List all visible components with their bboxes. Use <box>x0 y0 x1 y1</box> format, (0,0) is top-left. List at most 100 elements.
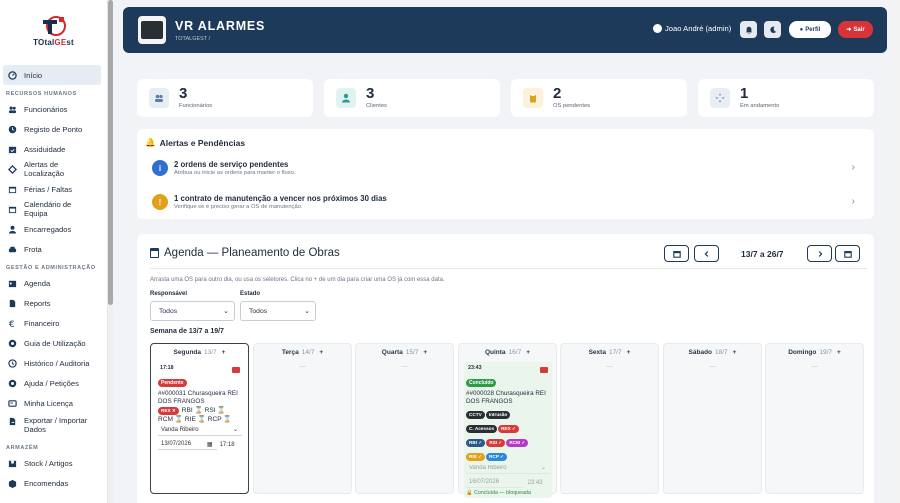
day-name: Terça <box>281 348 299 356</box>
profile-button-label: Perfil <box>805 26 821 33</box>
day-column-sexta[interactable]: Sexta 17/7 + — <box>560 343 659 494</box>
stat-card[interactable]: 2 OS pendentes <box>511 79 687 117</box>
day-column-terca[interactable]: Terça 14/7 + — <box>253 343 352 494</box>
day-name: Quinta <box>484 348 506 356</box>
time-input[interactable]: 17:18 <box>217 439 242 450</box>
sidebar-item-encomendas[interactable]: Encomendas <box>3 473 101 493</box>
sidebar-section-title: ARMAZÉM <box>6 445 39 451</box>
os-title: ##000031 Churasqueira REI DOS FRANGOS <box>158 390 238 405</box>
app-icon <box>138 16 166 44</box>
calendar-picker-button[interactable] <box>835 245 860 262</box>
day-column-sabado[interactable]: Sábado 18/7 + — <box>663 343 762 494</box>
sidebar-item-label: Agenda <box>24 278 51 288</box>
sidebar-item-minha-licenca[interactable]: Minha Licença <box>3 393 101 413</box>
user-menu[interactable]: Joao André (admin) <box>653 24 731 33</box>
add-os-button[interactable]: + <box>222 349 226 356</box>
sidebar-item-agenda[interactable]: Agenda <box>3 273 101 293</box>
chevron-left-icon <box>704 250 708 257</box>
sidebar-item-calendario-de-equipa[interactable]: Calendário de Equipa <box>3 199 101 219</box>
clipboard-icon <box>523 88 543 108</box>
sidebar-item-registo-de-ponto[interactable]: Registo de Ponto <box>3 119 101 139</box>
os-card-000028[interactable]: 23:43 Concluído ##000028 Churasqueira REI … <box>464 362 552 498</box>
stat-card[interactable]: 3 Clientes <box>324 79 500 117</box>
empty-day-placeholder: — <box>299 363 306 370</box>
alert-item-pending-orders[interactable]: i 2 ordens de serviço pendentes Atribua o… <box>152 157 867 179</box>
add-os-button[interactable]: + <box>627 349 631 356</box>
sidebar-item-guia-de-utilizacao[interactable]: Guia de Utilização <box>3 333 101 353</box>
page-title: VR ALARMES <box>175 18 266 33</box>
os-title: ##000028 Churasqueira REI DOS FRANGOS <box>466 390 546 405</box>
profile-button[interactable]: ● Perfil <box>789 21 831 38</box>
day-column-segunda[interactable]: Segunda 13/7 +17:18 Pendente ##000031 Churas… <box>150 343 249 494</box>
day-column-domingo[interactable]: Domingo 19/7 + — <box>765 343 864 494</box>
logout-button[interactable]: ➜ Sair <box>838 21 873 38</box>
truck-icon <box>540 367 548 373</box>
day-date: 19/7 <box>819 348 833 356</box>
sidebar-scrollbar-thumb[interactable] <box>108 0 113 305</box>
sidebar-item-label: Início <box>24 70 43 80</box>
sidebar-item-label: Guia de Utilização <box>24 338 86 348</box>
day-column-quarta[interactable]: Quarta 15/7 + — <box>355 343 454 494</box>
sidebar-item-frota[interactable]: Frota <box>3 239 101 259</box>
day-column-quinta[interactable]: Quinta 16/7 +23:43 Concluído ##000028 Churas… <box>458 343 557 498</box>
add-os-button[interactable]: + <box>837 349 841 356</box>
help-icon <box>7 378 18 389</box>
sidebar-item-exportar-importar-dados[interactable]: Exportar / Importar Dados <box>3 413 101 439</box>
sidebar-item-label: Frota <box>24 244 42 254</box>
today-button[interactable] <box>664 245 689 262</box>
sidebar-item-financeiro[interactable]: € Financeiro <box>3 313 101 333</box>
sidebar-scrollbar[interactable] <box>108 0 113 503</box>
stat-label: OS pendentes <box>553 103 591 109</box>
sidebar-item-funcionarios[interactable]: Funcionários <box>3 99 101 119</box>
alert-item-contract-expiring[interactable]: ! 1 contrato de manutenção a vencer nos … <box>152 191 867 213</box>
os-card-000031[interactable]: 17:18 Pendente ##000031 Churasqueira REI D… <box>156 362 244 450</box>
add-os-button[interactable]: + <box>526 349 530 356</box>
svg-text:€: € <box>9 320 15 328</box>
service-tag: CCTV <box>466 411 485 419</box>
sidebar-item-historico-auditoria[interactable]: Histórico / Auditoria <box>3 353 101 373</box>
add-os-button[interactable]: + <box>423 349 427 356</box>
sidebar-item-assiduidade[interactable]: Assiduidade <box>3 139 101 159</box>
add-os-button[interactable]: + <box>319 349 323 356</box>
sidebar-item-alertas-de-localizacao[interactable]: Alertas de Localização <box>3 159 101 179</box>
status-badge: Concluído <box>466 379 497 387</box>
notifications-button[interactable] <box>740 21 757 38</box>
previous-week-button[interactable] <box>694 245 719 262</box>
calendar-icon <box>7 184 18 195</box>
date-range: 13/7 a 26/7 <box>741 249 784 259</box>
stat-card[interactable]: 3 Funcionários <box>137 79 313 117</box>
sidebar-item-label: Encomendas <box>24 478 69 488</box>
chevron-down-icon: ⌄ <box>540 465 546 471</box>
stat-card[interactable]: 1 Em andamento <box>698 79 874 117</box>
users-icon <box>149 88 169 108</box>
date-input[interactable]: 13/07/2026 ▦ <box>158 439 217 450</box>
spinner-icon <box>710 88 730 108</box>
sidebar-item-label: Ajuda / Petições <box>24 378 79 388</box>
next-week-button[interactable] <box>807 245 832 262</box>
theme-toggle-button[interactable] <box>764 21 781 38</box>
person-icon: ● <box>799 26 804 33</box>
day-date: 14/7 <box>301 348 315 356</box>
service-tag: RCP ✓ <box>486 453 508 461</box>
locked-status: 🔒 Concluída — bloqueada <box>466 490 531 496</box>
day-name: Sexta <box>588 348 606 356</box>
user-circle-icon <box>653 24 662 33</box>
sidebar-item-inicio[interactable]: Início <box>3 65 101 85</box>
sidebar-item-stock-artigos[interactable]: Stock / Artigos <box>3 453 101 473</box>
status-badge: Pendente <box>158 379 187 387</box>
agenda-title-text: Agenda — Planeamento de Obras <box>164 247 340 259</box>
add-os-button[interactable]: + <box>733 349 737 356</box>
page-scrollbar[interactable] <box>893 0 900 503</box>
estado-select[interactable]: Todos ⌄ <box>240 301 316 321</box>
history-icon <box>7 358 18 369</box>
sidebar-item-ferias-faltas[interactable]: Férias / Faltas <box>3 179 101 199</box>
assignee-select[interactable]: Vanda Ribeiro ⌄ <box>158 425 242 436</box>
sidebar-item-reports[interactable]: Reports <box>3 293 101 313</box>
responsavel-select[interactable]: Todos ⌄ <box>150 301 235 321</box>
sidebar-item-ajuda-peticoes[interactable]: Ajuda / Petições <box>3 373 101 393</box>
chevron-right-icon <box>818 250 822 257</box>
stat-label: Funcionários <box>179 103 213 109</box>
sidebar-item-encarregados[interactable]: Encarregados <box>3 219 101 239</box>
logo[interactable]: TOtalGEst <box>0 0 107 54</box>
help-icon <box>7 338 18 349</box>
